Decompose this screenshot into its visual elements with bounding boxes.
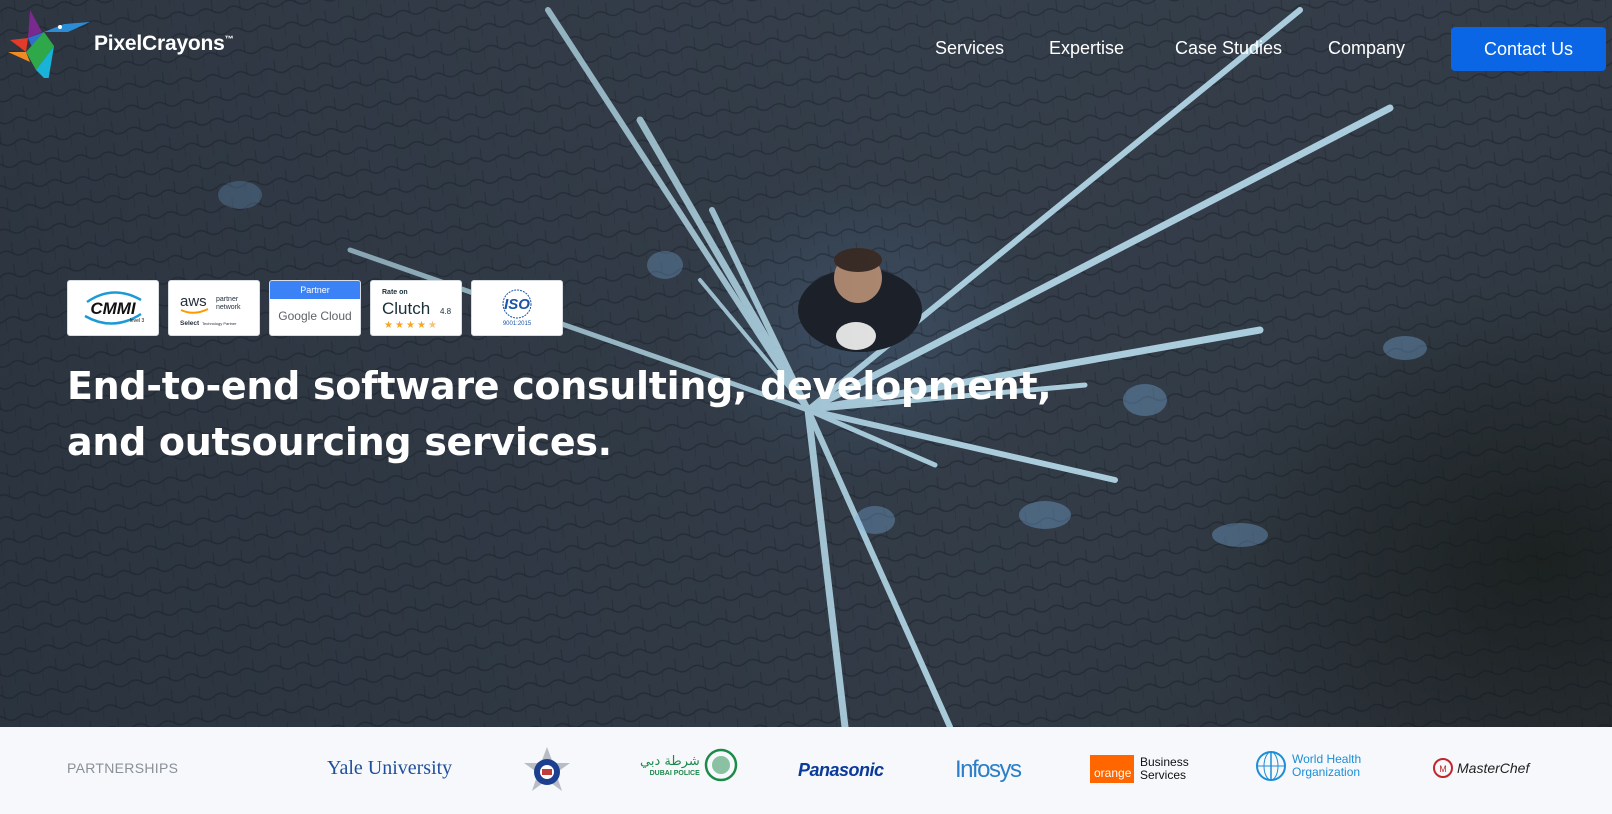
svg-text:Clutch: Clutch [382, 299, 430, 318]
nav-company[interactable]: Company [1328, 38, 1405, 59]
hummingbird-logo-icon [8, 10, 90, 78]
contact-us-button[interactable]: Contact Us [1451, 27, 1606, 71]
partnerships-strip: PARTNERSHIPS Yale University شرطة دبي DU… [0, 727, 1612, 814]
headline-line-1: End-to-end software consulting, developm… [67, 364, 1052, 408]
police-emblem-logo[interactable] [520, 745, 574, 801]
aws-partner-badge[interactable]: aws partner network Select Technology Pa… [168, 280, 260, 336]
nav-expertise[interactable]: Expertise [1049, 38, 1124, 59]
nav-services[interactable]: Services [935, 38, 1004, 59]
who-globe-icon [1256, 751, 1286, 781]
dubai-police-emblem-icon [704, 748, 738, 782]
clutch-rating-badge[interactable]: Rate on Clutch 4.8 ★ ★ ★ ★ ★ [370, 280, 462, 336]
dubai-police-logo[interactable]: شرطة دبي DUBAI POLICE [640, 748, 738, 782]
panasonic-logo[interactable]: Panasonic [798, 760, 884, 781]
svg-text:★: ★ [417, 320, 426, 331]
gcloud-label: Google Cloud [278, 309, 352, 323]
iso-badge[interactable]: ISO 9001:2015 [471, 280, 563, 336]
svg-text:level 3: level 3 [130, 318, 145, 324]
nav-case-studies[interactable]: Case Studies [1175, 38, 1282, 59]
svg-text:aws: aws [180, 293, 207, 310]
masterchef-logo[interactable]: M MasterChef [1432, 757, 1529, 779]
police-star-icon [524, 747, 570, 791]
svg-text:CMMI: CMMI [90, 299, 137, 318]
google-cloud-partner-badge[interactable]: Partner Google Cloud [269, 280, 361, 336]
gcloud-partner-strip: Partner [270, 281, 360, 299]
yale-university-logo[interactable]: Yale University [327, 757, 452, 780]
site-logo[interactable]: PixelCrayons™ [8, 10, 234, 78]
svg-text:9001:2015: 9001:2015 [503, 321, 532, 327]
brand-name: PixelCrayons™ [94, 32, 234, 55]
svg-text:★: ★ [406, 320, 415, 331]
who-text-2: Organization [1292, 765, 1361, 779]
svg-text:4.8: 4.8 [440, 307, 452, 316]
rating-stars-icon: ★ ★ ★ ★ ★ [384, 320, 437, 331]
orange-services-text: Services [1140, 768, 1187, 782]
svg-text:Rate on: Rate on [382, 289, 408, 296]
who-logo[interactable]: World Health Organization [1252, 749, 1361, 783]
svg-text:ISO: ISO [504, 296, 530, 313]
hero-headline: End-to-end software consulting, developm… [67, 358, 1067, 470]
infosys-logo[interactable]: Infosys [955, 756, 1022, 784]
clutch-logo-icon: Rate on Clutch 4.8 ★ ★ ★ ★ ★ [382, 289, 452, 331]
cmmi-badge[interactable]: CMMI level 3 [67, 280, 159, 336]
svg-text:★: ★ [428, 320, 437, 331]
dubai-police-arabic: شرطة دبي [640, 753, 700, 769]
iso-logo-icon: ISO 9001:2015 [502, 289, 532, 327]
headline-line-2: and outsourcing services. [67, 420, 612, 464]
cmmi-logo-icon: CMMI level 3 [84, 291, 145, 325]
masterchef-text: MasterChef [1457, 760, 1530, 776]
certification-badges: CMMI level 3 aws partner network Select … [67, 280, 563, 336]
svg-text:network: network [216, 304, 241, 311]
orange-business-services-logo[interactable]: orange Business Services [1090, 755, 1189, 783]
svg-text:Select: Select [180, 320, 200, 327]
svg-text:★: ★ [395, 320, 404, 331]
orange-square: orange [1090, 755, 1134, 783]
partnerships-label: PARTNERSHIPS [67, 760, 179, 776]
masterchef-emblem-icon: M [1433, 758, 1453, 778]
svg-text:Technology Partner: Technology Partner [202, 321, 237, 326]
svg-text:★: ★ [384, 320, 393, 331]
dubai-police-text: DUBAI POLICE [649, 769, 700, 777]
aws-logo-icon: aws partner network Select Technology Pa… [180, 293, 241, 327]
svg-text:partner: partner [216, 296, 239, 303]
svg-text:M: M [1439, 764, 1447, 774]
